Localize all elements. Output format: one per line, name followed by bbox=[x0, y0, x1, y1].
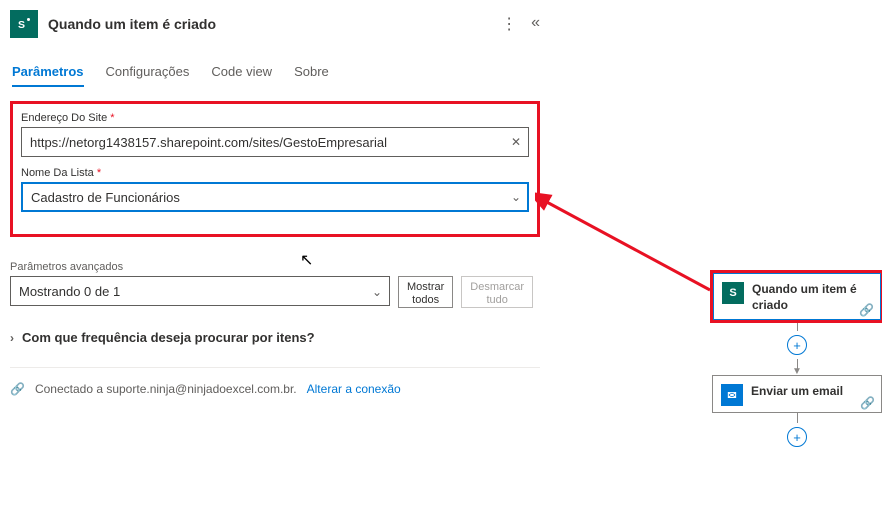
chevron-down-icon[interactable]: ⌄ bbox=[372, 285, 382, 299]
trigger-card[interactable]: S Quando um item é criado 🔗 bbox=[712, 272, 882, 321]
connection-text: Conectado a suporte.ninja@ninjadoexcel.c… bbox=[35, 382, 297, 396]
chevron-right-icon: › bbox=[10, 331, 14, 345]
tab-configuracoes[interactable]: Configurações bbox=[106, 58, 190, 87]
collapse-icon[interactable]: « bbox=[531, 14, 540, 34]
action-card-title: Enviar um email bbox=[751, 384, 843, 400]
advanced-params-label: Parâmetros avançados bbox=[10, 261, 540, 273]
tab-parametros[interactable]: Parâmetros bbox=[12, 58, 84, 87]
add-step-button[interactable]: + bbox=[787, 335, 807, 355]
advanced-params-select[interactable] bbox=[10, 276, 390, 306]
divider bbox=[10, 367, 540, 368]
mouse-cursor-icon: ↖ bbox=[300, 250, 313, 270]
annotation-arrow bbox=[535, 190, 725, 300]
tab-sobre[interactable]: Sobre bbox=[294, 58, 329, 87]
show-all-button[interactable]: Mostrar todos bbox=[398, 276, 453, 308]
tab-code-view[interactable]: Code view bbox=[211, 58, 272, 87]
link-icon: 🔗 bbox=[860, 396, 875, 410]
site-address-input[interactable] bbox=[21, 127, 529, 157]
flow-canvas: S Quando um item é criado 🔗 + ▼ ✉ Enviar… bbox=[712, 272, 882, 451]
link-icon: 🔗 bbox=[859, 303, 874, 317]
list-name-label: Nome Da Lista * bbox=[21, 167, 529, 179]
tab-bar: Parâmetros Configurações Code view Sobre bbox=[10, 44, 540, 87]
clear-all-button: Desmarcar tudo bbox=[461, 276, 533, 308]
list-name-input[interactable] bbox=[21, 182, 529, 212]
frequency-label: Com que frequência deseja procurar por i… bbox=[22, 330, 315, 345]
site-address-label: Endereço Do Site * bbox=[21, 112, 529, 124]
change-connection-link[interactable]: Alterar a conexão bbox=[307, 382, 401, 396]
svg-text:S: S bbox=[18, 19, 25, 31]
connection-status: 🔗 Conectado a suporte.ninja@ninjadoexcel… bbox=[10, 382, 540, 396]
trigger-card-title: Quando um item é criado bbox=[752, 282, 872, 313]
frequency-expander[interactable]: › Com que frequência deseja procurar por… bbox=[10, 330, 540, 345]
panel-header: S Quando um item é criado ⋮ « bbox=[10, 8, 540, 44]
action-card[interactable]: ✉ Enviar um email 🔗 bbox=[712, 375, 882, 413]
sharepoint-icon: S bbox=[10, 10, 38, 38]
sharepoint-icon: S bbox=[722, 282, 744, 304]
chevron-down-icon[interactable]: ⌄ bbox=[511, 190, 521, 204]
clear-input-icon[interactable]: ✕ bbox=[511, 135, 521, 149]
outlook-icon: ✉ bbox=[721, 384, 743, 406]
annotation-highlight-box: Endereço Do Site * ✕ Nome Da Lista * ⌄ bbox=[10, 101, 540, 237]
link-icon: 🔗 bbox=[10, 382, 25, 396]
more-icon[interactable]: ⋮ bbox=[501, 14, 517, 34]
add-step-button[interactable]: + bbox=[787, 427, 807, 447]
panel-title: Quando um item é criado bbox=[48, 16, 491, 32]
